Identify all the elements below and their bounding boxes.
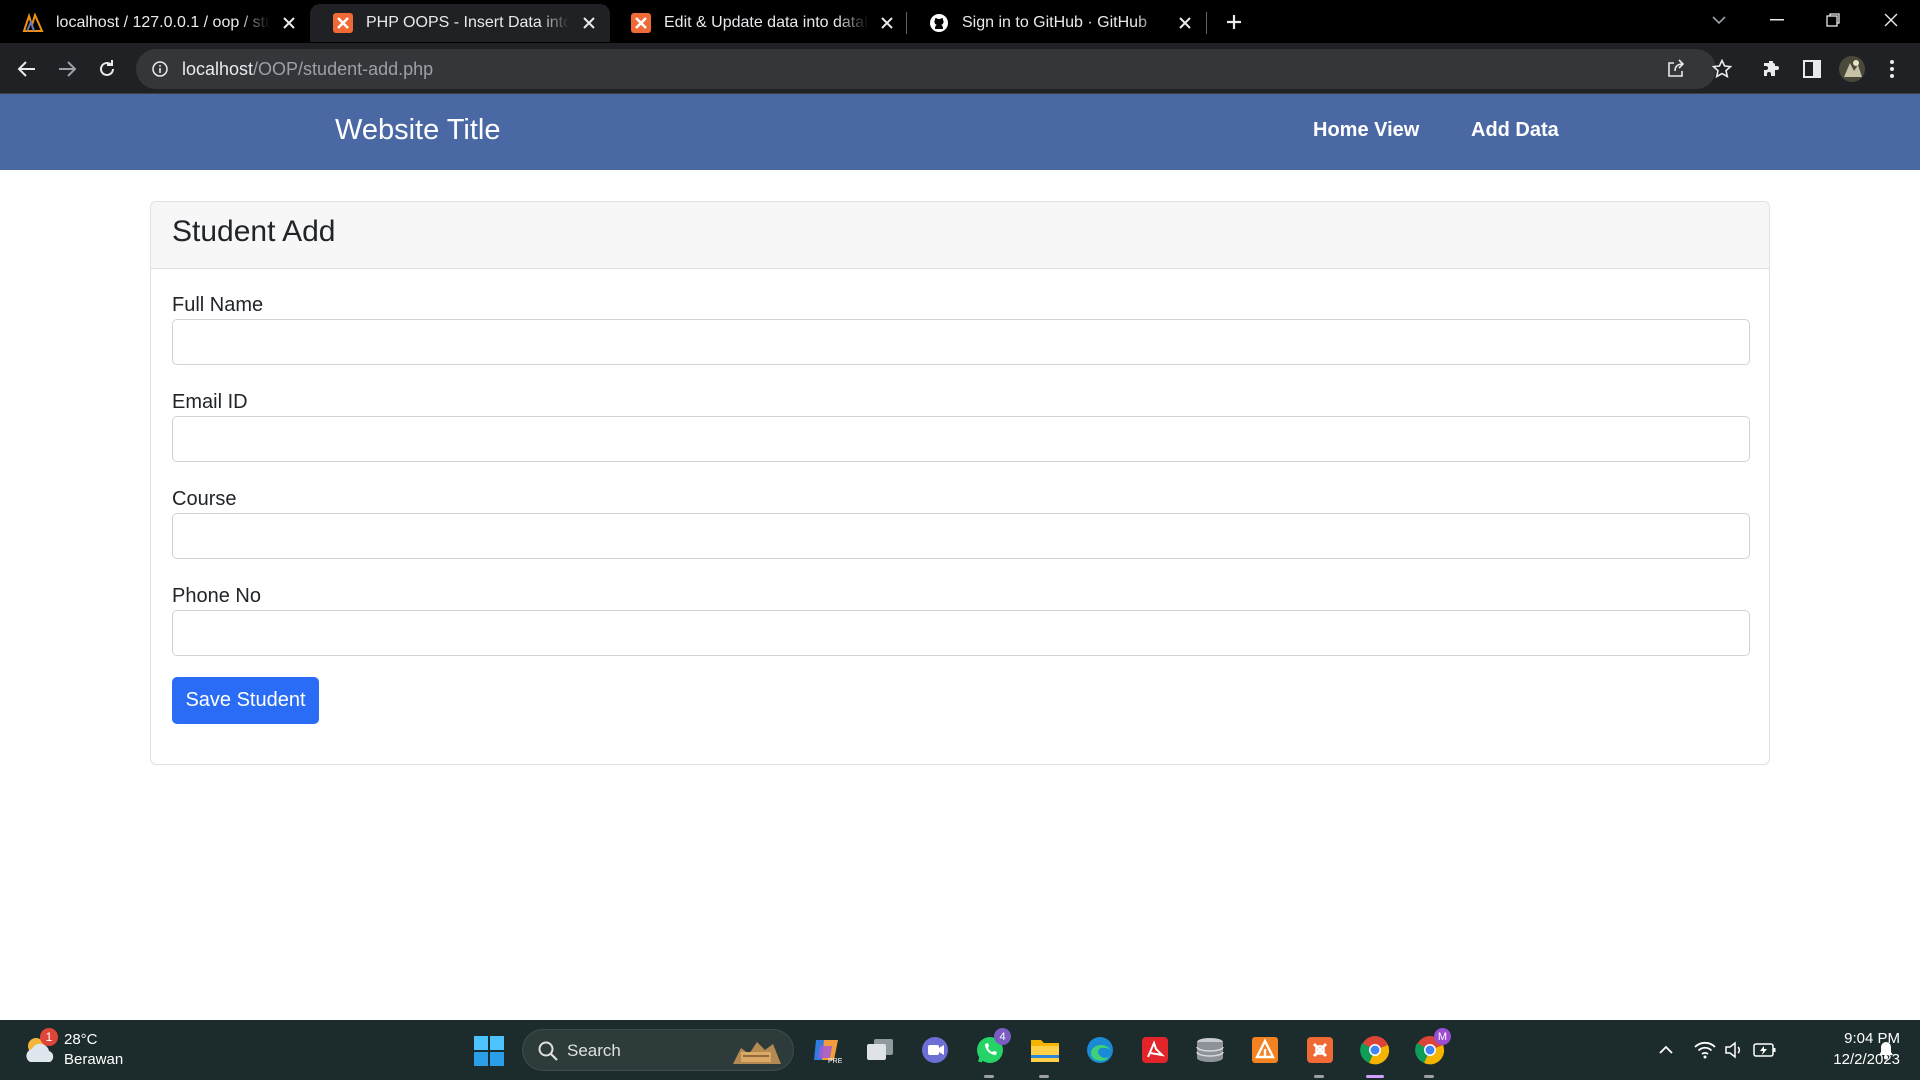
share-icon[interactable]	[1664, 57, 1688, 81]
back-icon[interactable]	[11, 53, 43, 85]
wifi-icon[interactable]	[1693, 1038, 1717, 1062]
email-id-input[interactable]	[172, 416, 1750, 462]
new-tab-button[interactable]	[1219, 7, 1249, 37]
site-title[interactable]: Website Title	[335, 114, 500, 147]
chevron-up-icon[interactable]	[1654, 1038, 1678, 1062]
running-indicator	[1424, 1075, 1434, 1078]
bookmark-star-icon[interactable]	[1706, 53, 1738, 85]
reload-icon[interactable]	[91, 53, 123, 85]
battery-charging-icon[interactable]	[1753, 1038, 1777, 1062]
close-icon[interactable]	[578, 12, 600, 34]
browser-tab[interactable]: Edit & Update data into databas	[608, 4, 908, 42]
tab-separator	[1206, 12, 1207, 34]
file-explorer-icon[interactable]	[1027, 1032, 1063, 1068]
card-title: Student Add	[172, 215, 336, 248]
email-id-label: Email ID	[172, 391, 248, 413]
nav-link-home-view[interactable]: Home View	[1313, 119, 1419, 142]
close-icon[interactable]	[1174, 12, 1196, 34]
notification-bell-icon[interactable]	[1874, 1038, 1898, 1062]
browser-tab[interactable]: Sign in to GitHub · GitHub	[906, 4, 1206, 42]
search-highlight-icon	[727, 1034, 787, 1068]
volume-icon[interactable]	[1722, 1038, 1746, 1062]
running-indicator	[1314, 1075, 1324, 1078]
xampp-icon	[332, 12, 354, 34]
tab-title: Sign in to GitHub · GitHub	[962, 14, 1147, 31]
tab-title: PHP OOPS - Insert Data into dat	[366, 14, 570, 31]
task-view-icon[interactable]	[862, 1032, 898, 1068]
student-add-card: Student Add Full Name Email ID Course Ph…	[150, 201, 1770, 765]
phone-no-input[interactable]	[172, 610, 1750, 656]
full-name-input[interactable]	[172, 319, 1750, 365]
card-header: Student Add	[151, 202, 1769, 269]
windows-start-icon[interactable]	[473, 1035, 505, 1067]
edge-icon[interactable]	[1082, 1032, 1118, 1068]
menu-kebab-icon[interactable]	[1876, 53, 1908, 85]
tab-title: Edit & Update data into databas	[664, 14, 868, 31]
running-indicator	[984, 1075, 994, 1078]
running-indicator	[1039, 1075, 1049, 1078]
close-window-icon[interactable]	[1866, 0, 1916, 40]
taskbar-search[interactable]: Search	[522, 1029, 794, 1071]
forward-icon[interactable]	[51, 53, 83, 85]
adobe-acrobat-icon[interactable]	[1137, 1032, 1173, 1068]
url-host: localhost	[182, 58, 254, 79]
github-icon	[928, 12, 950, 34]
whatsapp-badge: 4	[994, 1028, 1011, 1045]
profile-badge: M	[1434, 1028, 1451, 1045]
xampp-icon	[630, 12, 652, 34]
browser-tab-active[interactable]: PHP OOPS - Insert Data into dat	[310, 4, 610, 42]
tab-search-icon[interactable]	[1694, 0, 1744, 40]
extensions-icon[interactable]	[1756, 53, 1788, 85]
browser-toolbar: localhost/OOP/student-add.php	[0, 43, 1920, 94]
course-label: Course	[172, 488, 237, 510]
course-input[interactable]	[172, 513, 1750, 559]
chrome-icon[interactable]	[1357, 1032, 1393, 1068]
weather-badge: 1	[40, 1028, 58, 1046]
weather-temp[interactable]: 28°C	[64, 1031, 98, 1048]
phpmyadmin-icon	[22, 12, 44, 34]
full-name-label: Full Name	[172, 294, 264, 316]
teams-chat-icon[interactable]	[917, 1032, 953, 1068]
search-label: Search	[567, 1041, 621, 1060]
profile-avatar[interactable]	[1836, 53, 1868, 85]
site-info-icon[interactable]	[150, 59, 170, 79]
browser-tab-strip: localhost / 127.0.0.1 / oop / stud PHP O…	[0, 0, 1920, 43]
windows-taskbar: 1 28°C Berawan Search PRE 4 M 9:04 PM 12…	[0, 1020, 1920, 1080]
site-navbar: Website Title Home View Add Data	[0, 94, 1920, 170]
copilot-icon[interactable]: PRE	[808, 1032, 844, 1068]
weather-condition[interactable]: Berawan	[64, 1051, 123, 1068]
url-text: localhost/OOP/student-add.php	[182, 59, 433, 80]
tab-title: localhost / 127.0.0.1 / oop / stud	[56, 14, 270, 31]
close-icon[interactable]	[278, 12, 300, 34]
side-panel-icon[interactable]	[1796, 53, 1828, 85]
address-bar[interactable]: localhost/OOP/student-add.php	[136, 49, 1716, 89]
phone-no-label: Phone No	[172, 585, 261, 607]
url-path: /OOP/student-add.php	[253, 58, 434, 79]
xampp-taskbar-icon[interactable]	[1302, 1032, 1338, 1068]
search-icon	[537, 1040, 559, 1062]
restore-icon[interactable]	[1808, 0, 1858, 40]
svg-text:PRE: PRE	[828, 1058, 842, 1065]
active-indicator	[1366, 1075, 1384, 1078]
browser-tab[interactable]: localhost / 127.0.0.1 / oop / stud	[0, 4, 310, 42]
database-disk-icon[interactable]	[1192, 1032, 1228, 1068]
sublime-git-icon[interactable]	[1247, 1032, 1283, 1068]
save-student-button[interactable]: Save Student	[172, 677, 319, 724]
minimize-icon[interactable]	[1752, 0, 1802, 40]
close-icon[interactable]	[876, 12, 898, 34]
nav-link-add-data[interactable]: Add Data	[1471, 119, 1559, 142]
